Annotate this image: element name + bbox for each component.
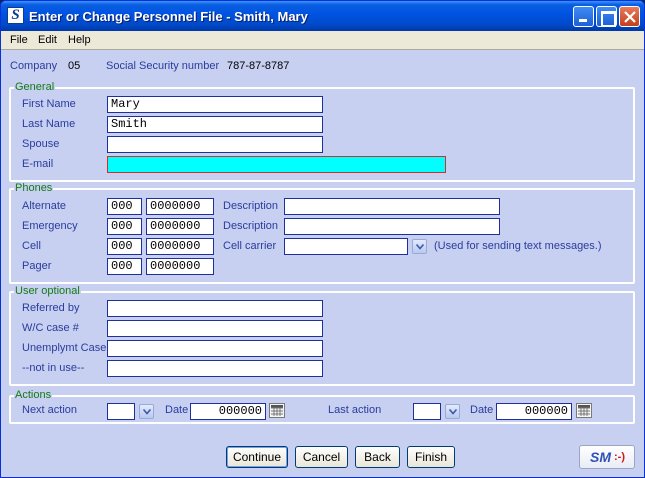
back-button[interactable]: Back [355, 446, 400, 468]
pager-number-field[interactable]: 0000000 [146, 258, 214, 275]
menu-edit[interactable]: Edit [38, 34, 57, 46]
pager-area-field[interactable]: 000 [107, 258, 142, 275]
unemplymt-case-label: Unemplymt Case [22, 342, 107, 354]
menu-help[interactable]: Help [68, 34, 91, 46]
next-action-select[interactable] [107, 403, 135, 420]
sm-logo: SM [590, 449, 611, 465]
cell-area-field[interactable]: 000 [107, 238, 142, 255]
close-button[interactable] [619, 6, 640, 27]
wc-case-label: W/C case # [22, 322, 79, 334]
alternate-description-label: Description [223, 200, 279, 212]
first-name-field[interactable]: Mary [107, 96, 323, 113]
window-title: Enter or Change Personnel File - Smith, … [29, 9, 308, 24]
phones-title: Phones [14, 182, 54, 194]
next-action-label: Next action [22, 404, 78, 416]
menu-bar: File Edit Help [1, 31, 644, 50]
last-name-label: Last Name [22, 118, 76, 130]
app-icon: S [7, 7, 24, 24]
continue-button[interactable]: Continue [226, 446, 288, 468]
not-in-use-field[interactable] [107, 360, 323, 377]
emergency-number-field[interactable]: 0000000 [146, 218, 214, 235]
email-field[interactable] [107, 156, 446, 173]
calendar-icon [578, 405, 590, 416]
sm-logo-button[interactable]: SM :-) [579, 445, 635, 469]
chevron-down-icon [416, 244, 424, 250]
cell-carrier-select[interactable] [284, 238, 408, 255]
emergency-description-label: Description [223, 220, 279, 232]
unemplymt-case-field[interactable] [107, 340, 323, 357]
menu-file[interactable]: File [10, 34, 28, 46]
cell-carrier-dropdown-button[interactable] [412, 239, 427, 254]
referred-by-label: Referred by [22, 302, 80, 314]
next-action-dropdown-button[interactable] [139, 404, 154, 419]
general-title: General [14, 81, 56, 93]
title-bar[interactable]: S Enter or Change Personnel File - Smith… [1, 1, 644, 31]
company-label: Company [10, 60, 58, 72]
last-action-dropdown-button[interactable] [445, 404, 460, 419]
alternate-description-field[interactable] [284, 198, 500, 215]
ssn-value: 787-87-8787 [227, 60, 290, 72]
next-date-calendar-button[interactable] [269, 403, 285, 418]
user-optional-title: User optional [14, 285, 81, 297]
close-icon [624, 11, 636, 23]
emergency-label: Emergency [22, 220, 78, 232]
actions-title: Actions [14, 389, 53, 401]
cell-carrier-note: (Used for sending text messages.) [434, 240, 602, 252]
alternate-area-field[interactable]: 000 [107, 198, 142, 215]
cancel-button[interactable]: Cancel [295, 446, 348, 468]
not-in-use-label: --not in use-- [22, 362, 85, 374]
next-date-field[interactable]: 000000 [190, 403, 266, 420]
ssn-label: Social Security number [106, 60, 220, 72]
wc-case-field[interactable] [107, 320, 323, 337]
first-name-label: First Name [22, 98, 76, 110]
last-date-label: Date [470, 404, 494, 416]
referred-by-field[interactable] [107, 300, 323, 317]
last-date-calendar-button[interactable] [576, 403, 592, 418]
alternate-label: Alternate [22, 200, 67, 212]
smiley-icon: :-) [614, 451, 625, 463]
cell-number-field[interactable]: 0000000 [146, 238, 214, 255]
cell-label: Cell [22, 240, 41, 252]
maximize-button[interactable] [596, 6, 617, 27]
last-name-field[interactable]: Smith [107, 116, 323, 133]
emergency-description-field[interactable] [284, 218, 500, 235]
personnel-file-window: S Enter or Change Personnel File - Smith… [0, 0, 645, 478]
spouse-label: Spouse [22, 138, 60, 150]
finish-button[interactable]: Finish [407, 446, 455, 468]
chevron-down-icon [143, 409, 151, 415]
email-label: E-mail [22, 158, 54, 170]
calendar-icon [271, 405, 283, 416]
last-action-label: Last action [328, 404, 382, 416]
cell-carrier-label: Cell carrier [223, 240, 277, 252]
alternate-number-field[interactable]: 0000000 [146, 198, 214, 215]
emergency-area-field[interactable]: 000 [107, 218, 142, 235]
company-value: 05 [68, 60, 81, 72]
last-date-field[interactable]: 000000 [496, 403, 572, 420]
chevron-down-icon [449, 409, 457, 415]
last-action-select[interactable] [413, 403, 441, 420]
spouse-field[interactable] [107, 136, 323, 153]
pager-label: Pager [22, 260, 52, 272]
minimize-button[interactable] [573, 6, 594, 27]
next-date-label: Date [165, 404, 189, 416]
